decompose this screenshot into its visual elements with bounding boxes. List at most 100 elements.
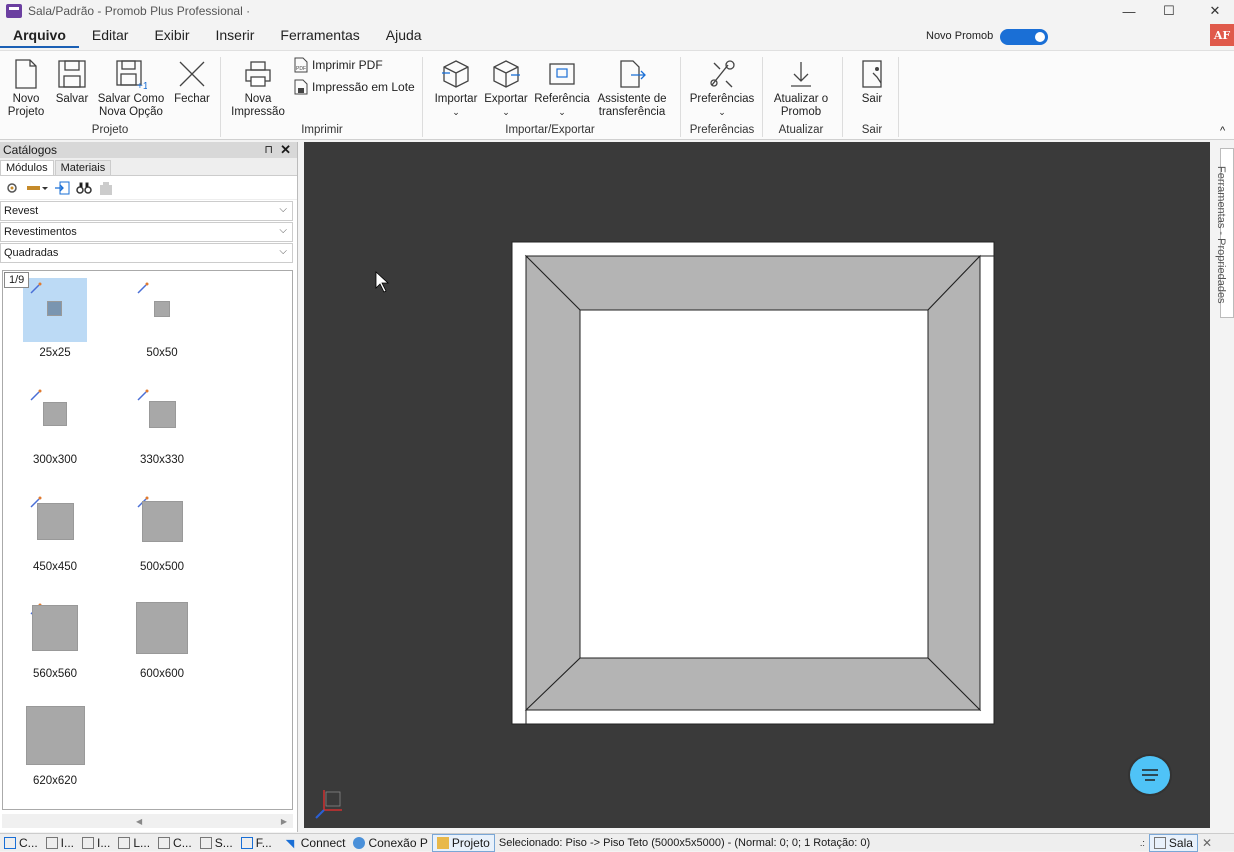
- catalog-item[interactable]: 600x600: [130, 596, 210, 686]
- impressao-lote-button[interactable]: Impressão em Lote: [293, 79, 415, 95]
- imprimir-pdf-button[interactable]: PDF Imprimir PDF: [293, 57, 383, 73]
- fechar-label: Fechar: [174, 93, 210, 105]
- ribbon: Novo Projeto Salvar +1 Salvar Como Nova …: [0, 50, 1234, 140]
- menu-arquivo[interactable]: Arquivo: [0, 22, 79, 48]
- catalog-item[interactable]: 300x300: [23, 382, 103, 472]
- menu-editar[interactable]: Editar: [79, 22, 142, 48]
- novo-promob-toggle[interactable]: [1000, 29, 1048, 45]
- status-tab[interactable]: I...: [78, 834, 114, 852]
- bottom-wall: [524, 657, 982, 711]
- menu-bar: Arquivo Editar Exibir Inserir Ferramenta…: [0, 22, 1234, 48]
- catalog-dropdown-revestimentos[interactable]: Revestimentos ⌵: [0, 222, 293, 242]
- save-icon: [58, 60, 86, 88]
- ribbon-separator: [680, 57, 681, 137]
- exportar-button[interactable]: Exportar ⌄: [482, 59, 530, 119]
- ribbon-separator: [762, 57, 763, 137]
- scroll-right-icon[interactable]: ▶: [281, 817, 287, 826]
- catalog-item-label: 330x330: [139, 454, 185, 466]
- status-tab[interactable]: C...: [0, 834, 42, 852]
- axis-gizmo-icon: [315, 790, 342, 819]
- catalog-item-label: 500x500: [139, 561, 185, 573]
- exportar-chevron-icon: ⌄: [502, 107, 510, 117]
- panel-icon: [82, 836, 95, 849]
- projeto-button[interactable]: Projeto: [431, 833, 495, 852]
- nova-impressao-button[interactable]: Nova Impressão: [228, 59, 288, 119]
- nova-impressao-label: Nova Impressão: [231, 93, 285, 118]
- drawing-viewport[interactable]: [304, 142, 1210, 828]
- catalog-item[interactable]: 560x560: [23, 596, 103, 686]
- tab-materiais[interactable]: Materiais: [54, 160, 112, 175]
- svg-text:+1: +1: [137, 81, 147, 89]
- magic-wand-icon: [137, 282, 149, 294]
- status-tab[interactable]: C...: [154, 834, 196, 852]
- catalog-item[interactable]: 25x25: [23, 275, 103, 365]
- svg-text:PDF: PDF: [296, 66, 306, 72]
- catalog-item[interactable]: 620x620: [23, 703, 103, 793]
- catalog-item-label: 25x25: [39, 347, 71, 359]
- importar-button[interactable]: Importar ⌄: [430, 59, 482, 119]
- atualizar-button[interactable]: Atualizar o Promob: [768, 59, 834, 119]
- scroll-left-icon[interactable]: ◀: [136, 817, 142, 826]
- room-plan-drawing: [315, 241, 995, 819]
- conexao-button[interactable]: Conexão P: [349, 834, 431, 852]
- menu-ferramentas[interactable]: Ferramentas: [267, 22, 372, 48]
- printer-icon: [245, 61, 271, 87]
- sala-tab[interactable]: Sala: [1148, 833, 1198, 852]
- catalog-item-label: 560x560: [32, 668, 78, 680]
- ruler-dropdown-icon[interactable]: [26, 181, 48, 195]
- catalog-horizontal-scrollbar[interactable]: ◀ ▶: [2, 814, 293, 828]
- referencia-button[interactable]: Referência ⌄: [532, 59, 592, 119]
- user-avatar[interactable]: AF: [1210, 24, 1234, 46]
- catalog-close-button[interactable]: ✕: [280, 142, 291, 158]
- magic-wand-icon: [30, 282, 42, 294]
- catalog-dropdown-revest[interactable]: Revest ⌵: [0, 201, 293, 221]
- document-icon: [1153, 836, 1166, 849]
- status-tab[interactable]: I...: [42, 834, 78, 852]
- left-wall: [525, 254, 581, 712]
- salvar-button[interactable]: Salvar: [54, 59, 90, 106]
- catalog-item[interactable]: 50x50: [130, 275, 210, 365]
- chat-button[interactable]: [1128, 754, 1172, 796]
- status-tab[interactable]: F...: [237, 834, 276, 852]
- close-icon: [179, 61, 205, 87]
- status-tab[interactable]: L...: [114, 834, 154, 852]
- building-icon: [100, 181, 112, 195]
- menu-exibir[interactable]: Exibir: [141, 22, 202, 48]
- group-atualizar-label: Atualizar: [778, 124, 824, 136]
- room-floor: [579, 309, 929, 659]
- connect-button[interactable]: ◥ Connect: [282, 834, 350, 852]
- chevron-down-icon: ⌵: [279, 246, 287, 257]
- menu-inserir[interactable]: Inserir: [202, 22, 267, 48]
- magic-wand-icon: [137, 389, 149, 401]
- sair-button[interactable]: Sair: [850, 59, 894, 106]
- catalog-item[interactable]: 500x500: [130, 489, 210, 579]
- fechar-button[interactable]: Fechar: [172, 59, 212, 106]
- preferencias-button[interactable]: Preferências ⌄: [686, 59, 758, 119]
- assistente-button[interactable]: Assistente de transferência: [594, 59, 670, 119]
- preferencias-chevron-icon: ⌄: [718, 107, 726, 117]
- catalog-item[interactable]: 330x330: [130, 382, 210, 472]
- catalog-title: Catálogos: [3, 143, 58, 157]
- binoculars-icon[interactable]: [76, 181, 92, 195]
- ribbon-collapse-button[interactable]: ^: [1220, 125, 1225, 137]
- close-window-button[interactable]: ✕: [1192, 0, 1234, 22]
- menu-ajuda[interactable]: Ajuda: [373, 22, 435, 48]
- folder-icon: [436, 836, 449, 849]
- salvar-label: Salvar: [55, 93, 89, 105]
- insert-icon[interactable]: [54, 181, 70, 195]
- novo-projeto-label: Novo Projeto: [7, 93, 45, 118]
- referencia-chevron-icon: ⌄: [558, 107, 566, 117]
- status-tab[interactable]: S...: [196, 834, 237, 852]
- novo-projeto-button[interactable]: Novo Projeto: [6, 59, 46, 119]
- pin-icon[interactable]: ⊓: [264, 143, 273, 156]
- transfer-icon: [620, 60, 646, 88]
- tab-modulos[interactable]: Módulos: [0, 160, 54, 175]
- maximize-button[interactable]: ☐: [1146, 0, 1192, 22]
- settings-tool-icon[interactable]: [4, 181, 20, 195]
- sala-close-button[interactable]: ✕: [1198, 834, 1216, 852]
- catalog-dropdown-quadradas[interactable]: Quadradas ⌵: [0, 243, 293, 263]
- exportar-label: Exportar: [484, 93, 528, 105]
- ribbon-separator: [898, 57, 899, 137]
- catalog-item[interactable]: 450x450: [23, 489, 103, 579]
- salvar-como-button[interactable]: +1 Salvar Como Nova Opção: [95, 59, 167, 119]
